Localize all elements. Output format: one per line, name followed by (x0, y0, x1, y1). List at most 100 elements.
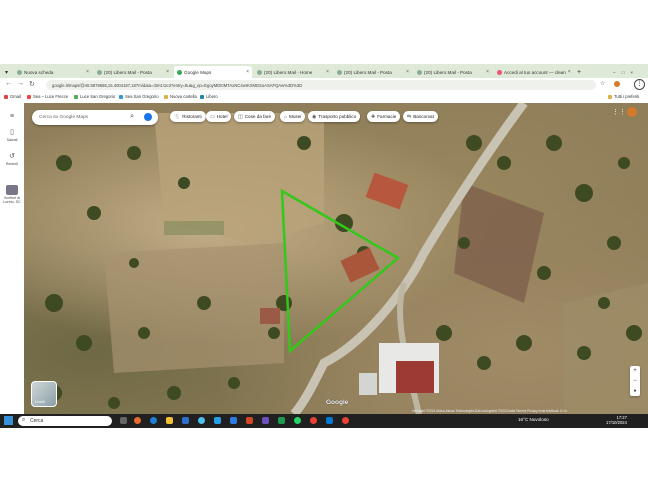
maps-pin-icon (177, 69, 182, 75)
chip-musei[interactable]: ⌂ Musei (280, 111, 306, 122)
bookmark-label: Tutti i preferiti (614, 94, 640, 99)
taskbar-clock[interactable]: 17:27 17/10/2024 (606, 415, 627, 425)
chip-trasporto[interactable]: ◉ Trasporto pubblico (308, 111, 361, 122)
edge-icon[interactable] (150, 417, 157, 424)
outlook-icon[interactable] (326, 417, 333, 424)
tab-libero-posta[interactable]: (20) Libero Mail - Posta × (94, 66, 172, 78)
new-tab-button[interactable]: + (574, 66, 584, 78)
hamburger-icon: ≡ (9, 113, 15, 120)
map-attribution: Immagini ©2024 Airbus,Maxar Technologies… (412, 409, 567, 413)
tab-favicon-icon (257, 69, 262, 75)
tab-libero-home[interactable]: (20) Libero Mail - Home × (254, 66, 332, 78)
recent-place[interactable]: Scrittori di Loreto, SC (0, 185, 24, 204)
layers-label: Livelli (35, 399, 46, 404)
chip-ristoranti[interactable]: 🍴 Ristoranti (170, 111, 206, 122)
close-icon[interactable]: × (166, 69, 169, 75)
menu-icon[interactable]: ⋮ (634, 79, 645, 90)
close-icon[interactable]: × (326, 69, 329, 75)
satellite-map[interactable] (24, 103, 648, 414)
chip-label: Farmacie (377, 114, 397, 119)
history-icon: ↺ (9, 153, 15, 160)
app-icon[interactable] (198, 417, 205, 424)
recent-button[interactable]: ↺ Recenti (0, 153, 24, 166)
tab-libero-posta-2[interactable]: (20) Libero Mail - Posta × (334, 66, 412, 78)
bookmark-sea-luce[interactable]: Sea – Luce Frecce (27, 94, 68, 99)
transit-icon: ◉ (312, 113, 317, 120)
back-icon[interactable]: ← (5, 80, 12, 87)
bookmark-libero[interactable]: Libero (200, 94, 218, 99)
bookmark-gmail[interactable]: Gmail (4, 94, 21, 99)
tab-libero-posta-3[interactable]: (20) Libero Mail - Posta × (414, 66, 492, 78)
file-explorer-icon[interactable] (166, 417, 173, 424)
start-icon[interactable] (4, 416, 13, 425)
star-icon[interactable]: ☆ (600, 80, 605, 87)
tab-label: Accedi al tuo account — clean (504, 69, 566, 75)
pegman-icon[interactable]: ● (630, 386, 640, 396)
powerpoint-icon[interactable] (246, 417, 253, 424)
saved-button[interactable]: ▯ Salvati (0, 129, 24, 142)
search-input[interactable]: Cerca su Google Maps ⌕ (32, 110, 158, 125)
layers-button[interactable]: Livelli (31, 381, 57, 407)
bookmark-sea-san-gregorio[interactable]: Sea San Gregorio (119, 94, 159, 99)
clock-date: 17/10/2024 (606, 420, 627, 425)
tab-accedi[interactable]: Accedi al tuo account — clean × (494, 66, 572, 78)
atm-icon: ⇆ (407, 113, 412, 120)
chip-cose-da-fare[interactable]: ◫ Cose da fare (234, 111, 276, 122)
minimize-icon[interactable]: – (613, 70, 616, 75)
zoom-out-button[interactable]: − (630, 376, 640, 386)
reload-icon[interactable]: ↻ (29, 80, 35, 88)
weather-widget[interactable]: 16°C Nuvoloso (518, 417, 549, 422)
chrome-icon-2[interactable] (342, 417, 349, 424)
close-icon[interactable]: × (246, 69, 249, 75)
tab-label: Nuova scheda (24, 69, 54, 75)
tab-google-maps[interactable]: Google Maps × (174, 66, 252, 78)
google-logo: Google (326, 399, 349, 406)
search-icon: ⌕ (22, 417, 26, 423)
store-icon[interactable] (182, 417, 189, 424)
chrome-icon[interactable] (310, 417, 317, 424)
menu-button[interactable]: ≡ (0, 113, 24, 122)
search-icon[interactable]: ⌕ (130, 113, 134, 121)
search-placeholder: Cerca su Google Maps (39, 115, 89, 120)
forward-icon[interactable]: → (17, 80, 24, 87)
bookmark-label: Gmail (10, 94, 21, 99)
chip-label: Bancomat (413, 114, 434, 119)
excel-icon[interactable] (278, 417, 285, 424)
chip-farmacie[interactable]: ✚ Farmacie (367, 111, 401, 122)
directions-icon[interactable] (144, 113, 152, 121)
chip-label: Trasporto pubblico (318, 114, 357, 119)
word-icon[interactable] (230, 417, 237, 424)
taskbar-search[interactable]: ⌕ Cerca (18, 416, 112, 426)
maximize-icon[interactable]: □ (622, 70, 625, 75)
chip-label: Cose da fare (244, 114, 272, 119)
zoom-in-button[interactable]: + (630, 366, 640, 376)
profile-avatar[interactable] (614, 81, 620, 87)
fork-knife-icon: 🍴 (174, 113, 181, 120)
whatsapp-icon[interactable] (294, 417, 301, 424)
tab-menu-button[interactable]: ▾ (2, 66, 12, 78)
account-avatar[interactable] (627, 107, 637, 117)
close-icon[interactable]: × (406, 69, 409, 75)
tab-favicon-icon (17, 69, 22, 75)
url-field[interactable]: google.it/maps/@40.6878686,15.4004187,18… (46, 80, 596, 90)
firefox-icon[interactable] (134, 417, 141, 424)
task-view-icon[interactable] (120, 417, 127, 424)
maps-side-rail: ≡ ▯ Salvati ↺ Recenti Scrittori di Loreto,… (0, 103, 24, 414)
tab-new[interactable]: Nuova scheda × (14, 66, 92, 78)
bookmark-folder[interactable]: Nuova cartella (164, 94, 197, 99)
bookmark-luce-san-gregorio[interactable]: Luce San Gregorio (74, 94, 115, 99)
bookmark-label: Luce San Gregorio (80, 94, 116, 99)
close-icon[interactable]: × (86, 69, 89, 75)
bed-icon: ▭ (210, 113, 215, 120)
mail-icon[interactable] (214, 417, 221, 424)
chip-label: Hotel (216, 114, 228, 119)
teams-icon[interactable] (262, 417, 269, 424)
all-bookmarks[interactable]: Tutti i preferiti (608, 94, 639, 99)
apps-grid-icon[interactable]: ⋮⋮ (612, 108, 626, 116)
map-imagery (45, 103, 648, 414)
close-icon[interactable]: × (568, 69, 571, 75)
close-window-icon[interactable]: × (630, 70, 633, 75)
chip-hotel[interactable]: ▭ Hotel (206, 111, 232, 122)
close-icon[interactable]: × (486, 69, 489, 75)
chip-bancomat[interactable]: ⇆ Bancomat (403, 111, 438, 122)
